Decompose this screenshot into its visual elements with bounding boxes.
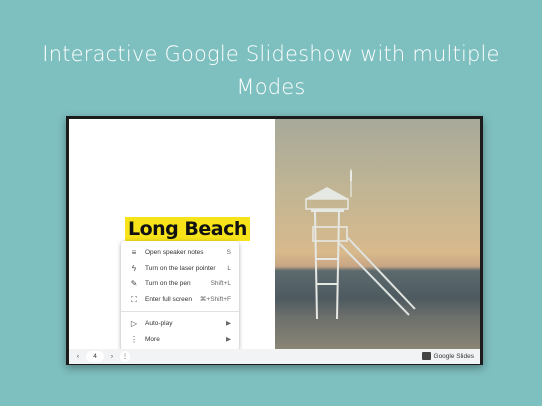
play-icon: ▷: [130, 319, 138, 328]
slide-canvas[interactable]: Long Beach ≡ Open speaker notes S ϟ Turn…: [69, 119, 480, 349]
menu-item-shortcut: L: [227, 264, 231, 272]
headline-line-2: Modes: [236, 75, 306, 99]
presentation-options-menu: ≡ Open speaker notes S ϟ Turn on the las…: [121, 241, 239, 349]
menu-item-more[interactable]: ⋮ More ▶: [121, 332, 239, 348]
menu-item-shortcut: ⌘+Shift+F: [199, 295, 231, 303]
options-menu-icon[interactable]: ⋮: [120, 351, 130, 362]
brand-label: Google Slides: [433, 353, 474, 360]
presentation-toolbar: ‹ 4 › ⋮ Google Slides: [69, 349, 480, 364]
menu-item-auto-play[interactable]: ▷ Auto-play ▶: [121, 316, 239, 332]
menu-item-pen[interactable]: ✎ Turn on the pen Shift+L: [121, 276, 239, 292]
menu-item-speaker-notes[interactable]: ≡ Open speaker notes S: [121, 245, 239, 261]
presentation-window: Long Beach ≡ Open speaker notes S ϟ Turn…: [66, 116, 483, 365]
lifeguard-tower-illustration: [305, 169, 416, 320]
google-slides-brand[interactable]: Google Slides: [421, 349, 474, 364]
menu-item-laser-pointer[interactable]: ϟ Turn on the laser pointer L: [121, 261, 239, 277]
notes-icon: ≡: [131, 248, 137, 257]
laser-pointer-icon: ϟ: [131, 263, 137, 273]
menu-item-label: Auto-play: [145, 320, 173, 327]
pen-icon: ✎: [130, 279, 138, 288]
page-number[interactable]: 4: [86, 351, 104, 362]
lifeguard-tower-photo: [275, 119, 480, 349]
menu-item-full-screen[interactable]: ⛶ Enter full screen ⌘+Shift+F: [121, 292, 239, 308]
submenu-arrow-icon: ▶: [226, 335, 231, 343]
menu-item-label: Turn on the laser pointer: [145, 264, 216, 272]
next-slide-icon[interactable]: ›: [107, 349, 117, 364]
more-vertical-icon: ⋮: [130, 334, 138, 344]
slide-title: Long Beach: [125, 217, 250, 241]
menu-divider: [121, 311, 239, 312]
menu-item-label: More: [145, 335, 160, 343]
menu-item-shortcut: S: [226, 249, 231, 256]
previous-slide-icon[interactable]: ‹: [73, 349, 83, 364]
headline-line-1: Interactive Google Slideshow with multip…: [42, 42, 500, 66]
slides-logo-icon: [421, 352, 431, 361]
menu-item-label: Enter full screen: [145, 295, 192, 303]
menu-item-shortcut: Shift+L: [210, 280, 231, 287]
submenu-arrow-icon: ▶: [226, 320, 231, 327]
headline: Interactive Google Slideshow with multip…: [0, 38, 542, 104]
menu-item-label: Turn on the pen: [145, 280, 191, 287]
fullscreen-icon: ⛶: [131, 294, 137, 304]
menu-item-label: Open speaker notes: [145, 249, 204, 256]
